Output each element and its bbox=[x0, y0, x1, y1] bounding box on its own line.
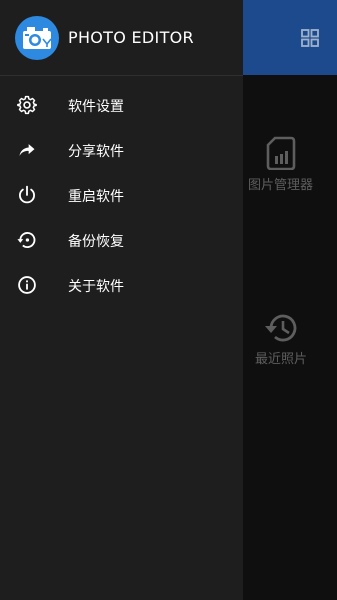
menu-item-share[interactable]: 分享软件 bbox=[0, 128, 243, 173]
sd-card-icon bbox=[266, 136, 295, 170]
screen: 图片管理器 最近照片 PHOTO EDITOR 软件设置 分享软件 重启软件 备… bbox=[0, 0, 337, 600]
history-icon bbox=[265, 314, 297, 342]
tile-recent-photos-label: 最近照片 bbox=[255, 352, 308, 367]
menu-item-backup-label: 备份恢复 bbox=[68, 233, 124, 250]
menu-item-share-label: 分享软件 bbox=[68, 143, 124, 160]
power-icon bbox=[16, 184, 38, 206]
backup-restore-icon bbox=[16, 229, 38, 251]
app-logo bbox=[15, 16, 59, 60]
grid-view-button[interactable] bbox=[298, 26, 322, 50]
menu-item-settings[interactable]: 软件设置 bbox=[0, 83, 243, 128]
menu-item-settings-label: 软件设置 bbox=[68, 98, 124, 115]
info-icon bbox=[16, 274, 38, 296]
drawer-header: PHOTO EDITOR bbox=[0, 0, 243, 76]
share-arrow-icon bbox=[16, 139, 38, 161]
tile-recent-photos[interactable]: 最近照片 bbox=[255, 312, 307, 367]
drawer-menu: 软件设置 分享软件 重启软件 备份恢复 关于软件 bbox=[0, 83, 243, 308]
gear-icon bbox=[16, 94, 38, 116]
menu-item-restart-label: 重启软件 bbox=[68, 188, 124, 205]
menu-item-restart[interactable]: 重启软件 bbox=[0, 173, 243, 218]
menu-item-backup[interactable]: 备份恢复 bbox=[0, 218, 243, 263]
menu-item-about[interactable]: 关于软件 bbox=[0, 263, 243, 308]
camera-icon bbox=[23, 27, 52, 49]
tile-photo-manager[interactable]: 图片管理器 bbox=[248, 136, 313, 193]
grid-view-icon bbox=[301, 29, 319, 47]
menu-item-about-label: 关于软件 bbox=[68, 278, 124, 295]
tile-photo-manager-label: 图片管理器 bbox=[248, 178, 314, 193]
navigation-drawer: PHOTO EDITOR 软件设置 分享软件 重启软件 备份恢复 关于软件 bbox=[0, 0, 243, 600]
app-title: PHOTO EDITOR bbox=[68, 28, 194, 47]
